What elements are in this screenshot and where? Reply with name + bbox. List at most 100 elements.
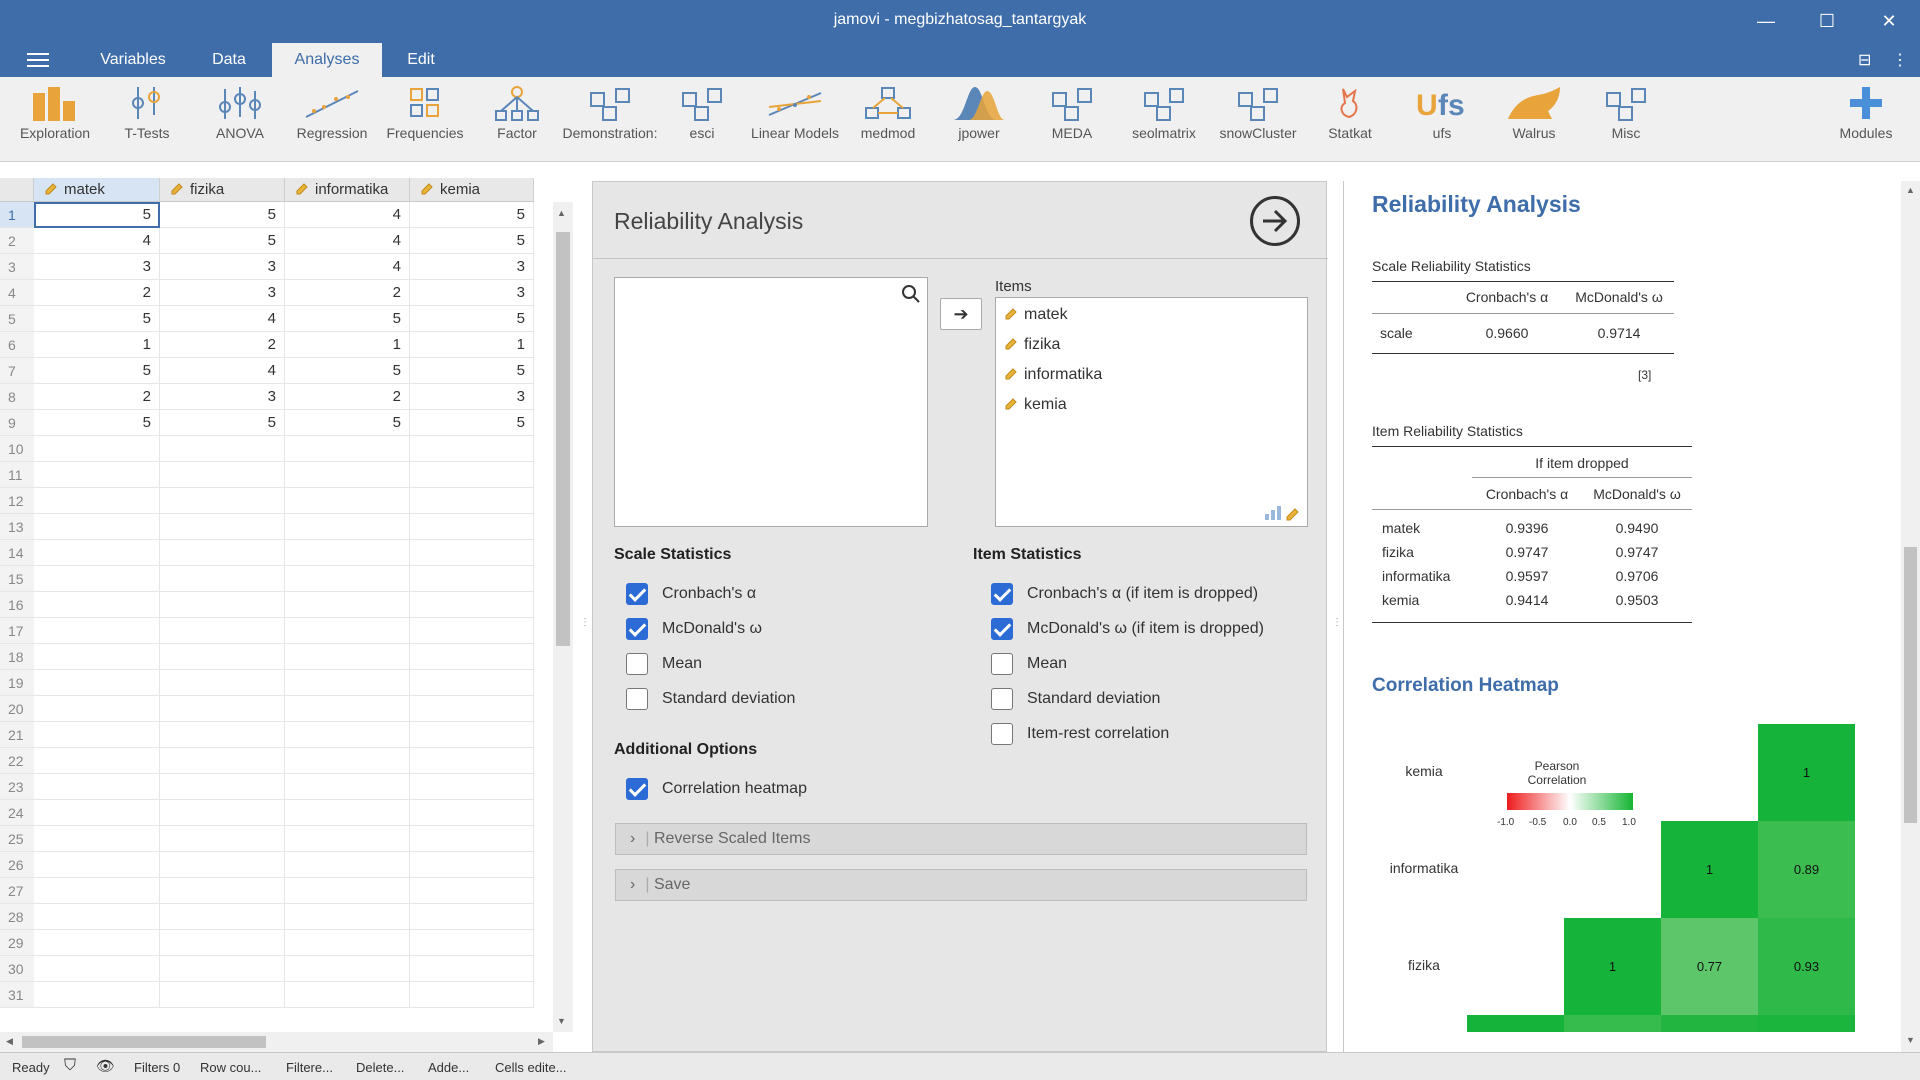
table-cell[interactable] <box>410 488 534 514</box>
statkat-button[interactable]: Statkat <box>1304 85 1396 159</box>
t-tests-button[interactable]: T-Tests <box>101 85 193 159</box>
row-number[interactable]: 1 <box>0 202 34 228</box>
row-number[interactable]: 16 <box>0 592 34 618</box>
table-cell[interactable] <box>160 592 285 618</box>
table-cell[interactable]: 4 <box>160 358 285 384</box>
table-cell[interactable] <box>285 774 410 800</box>
item-rest-checkbox[interactable] <box>991 723 1013 745</box>
table-cell[interactable] <box>410 696 534 722</box>
table-cell[interactable] <box>410 930 534 956</box>
table-cell[interactable]: 5 <box>410 410 534 436</box>
seolmatrix-button[interactable]: seolmatrix <box>1118 85 1210 159</box>
table-cell[interactable]: 3 <box>410 254 534 280</box>
row-number[interactable]: 4 <box>0 280 34 306</box>
table-cell[interactable] <box>410 956 534 982</box>
table-cell[interactable] <box>285 566 410 592</box>
ufs-button[interactable]: Ufs ufs <box>1396 85 1488 159</box>
table-cell[interactable] <box>410 748 534 774</box>
row-number[interactable]: 23 <box>0 774 34 800</box>
table-cell[interactable] <box>285 878 410 904</box>
column-header-informatika[interactable]: informatika <box>285 178 410 202</box>
row-number[interactable]: 29 <box>0 930 34 956</box>
table-cell[interactable] <box>410 644 534 670</box>
misc-button[interactable]: Misc <box>1580 85 1672 159</box>
table-cell[interactable] <box>285 696 410 722</box>
row-number[interactable]: 25 <box>0 826 34 852</box>
table-cell[interactable] <box>285 956 410 982</box>
row-number[interactable]: 3 <box>0 254 34 280</box>
scroll-up-icon[interactable]: ▲ <box>1906 185 1915 195</box>
table-cell[interactable]: 3 <box>160 254 285 280</box>
scroll-down-icon[interactable]: ▼ <box>1906 1035 1915 1045</box>
table-cell[interactable] <box>160 748 285 774</box>
table-cell[interactable] <box>34 540 160 566</box>
table-cell[interactable] <box>160 488 285 514</box>
table-cell[interactable] <box>34 774 160 800</box>
table-cell[interactable]: 2 <box>285 384 410 410</box>
table-cell[interactable] <box>160 800 285 826</box>
close-button[interactable]: ✕ <box>1872 8 1906 34</box>
table-cell[interactable]: 5 <box>160 202 285 228</box>
table-cell[interactable]: 5 <box>160 228 285 254</box>
table-cell[interactable] <box>160 462 285 488</box>
table-cell[interactable] <box>285 904 410 930</box>
cronbach-alpha-checkbox[interactable] <box>626 583 648 605</box>
anova-button[interactable]: ANOVA <box>194 85 286 159</box>
table-cell[interactable]: 2 <box>34 280 160 306</box>
table-cell[interactable] <box>285 748 410 774</box>
tab-variables[interactable]: Variables <box>88 43 178 77</box>
scale-mean-checkbox[interactable] <box>626 653 648 675</box>
list-item[interactable]: kemia <box>1004 396 1067 414</box>
save-section[interactable]: › | Save <box>615 869 1307 901</box>
table-cell[interactable] <box>410 878 534 904</box>
table-cell[interactable] <box>285 644 410 670</box>
mcdonald-omega-checkbox[interactable] <box>626 618 648 640</box>
table-cell[interactable] <box>34 826 160 852</box>
sheet-hscroll-thumb[interactable] <box>22 1036 266 1048</box>
table-cell[interactable] <box>410 436 534 462</box>
table-cell[interactable] <box>285 540 410 566</box>
items-list[interactable]: matek fizika informatika kemia <box>995 297 1308 527</box>
table-cell[interactable] <box>410 566 534 592</box>
table-cell[interactable] <box>285 982 410 1008</box>
row-number[interactable]: 19 <box>0 670 34 696</box>
move-to-items-button[interactable]: ➔ <box>940 298 982 330</box>
table-cell[interactable] <box>285 930 410 956</box>
table-cell[interactable] <box>285 436 410 462</box>
table-cell[interactable]: 5 <box>34 306 160 332</box>
results-scroll-thumb[interactable] <box>1904 547 1917 823</box>
search-icon[interactable] <box>901 284 921 304</box>
list-item[interactable]: fizika <box>1004 336 1060 354</box>
table-cell[interactable] <box>160 618 285 644</box>
sheet-horizontal-scrollbar[interactable]: ◀ ▶ <box>0 1032 553 1052</box>
tab-analyses[interactable]: Analyses <box>272 43 382 77</box>
table-cell[interactable] <box>410 774 534 800</box>
item-mean-checkbox[interactable] <box>991 653 1013 675</box>
table-cell[interactable] <box>34 644 160 670</box>
table-cell[interactable]: 5 <box>285 358 410 384</box>
row-number[interactable]: 24 <box>0 800 34 826</box>
table-cell[interactable] <box>160 774 285 800</box>
regression-button[interactable]: Regression <box>286 85 378 159</box>
table-cell[interactable] <box>34 956 160 982</box>
table-cell[interactable]: 1 <box>285 332 410 358</box>
table-cell[interactable] <box>285 618 410 644</box>
column-header-matek[interactable]: matek <box>34 178 160 202</box>
row-number[interactable]: 8 <box>0 384 34 410</box>
item-mcdonald-checkbox[interactable] <box>991 618 1013 640</box>
table-cell[interactable]: 4 <box>285 254 410 280</box>
exploration-button[interactable]: Exploration <box>9 85 101 159</box>
table-cell[interactable]: 5 <box>410 228 534 254</box>
table-cell[interactable] <box>410 826 534 852</box>
table-cell[interactable]: 2 <box>34 384 160 410</box>
modules-button[interactable]: Modules <box>1820 85 1912 159</box>
jpower-button[interactable]: jpower <box>933 85 1025 159</box>
table-cell[interactable] <box>34 592 160 618</box>
column-header-kemia[interactable]: kemia <box>410 178 534 202</box>
table-cell[interactable]: 2 <box>285 280 410 306</box>
reverse-scaled-items-section[interactable]: › | Reverse Scaled Items <box>615 823 1307 855</box>
hamburger-menu-icon[interactable] <box>27 53 49 71</box>
table-cell[interactable] <box>160 852 285 878</box>
filter-icon[interactable]: ⛉ <box>64 1057 76 1075</box>
frequencies-button[interactable]: Frequencies <box>379 85 471 159</box>
